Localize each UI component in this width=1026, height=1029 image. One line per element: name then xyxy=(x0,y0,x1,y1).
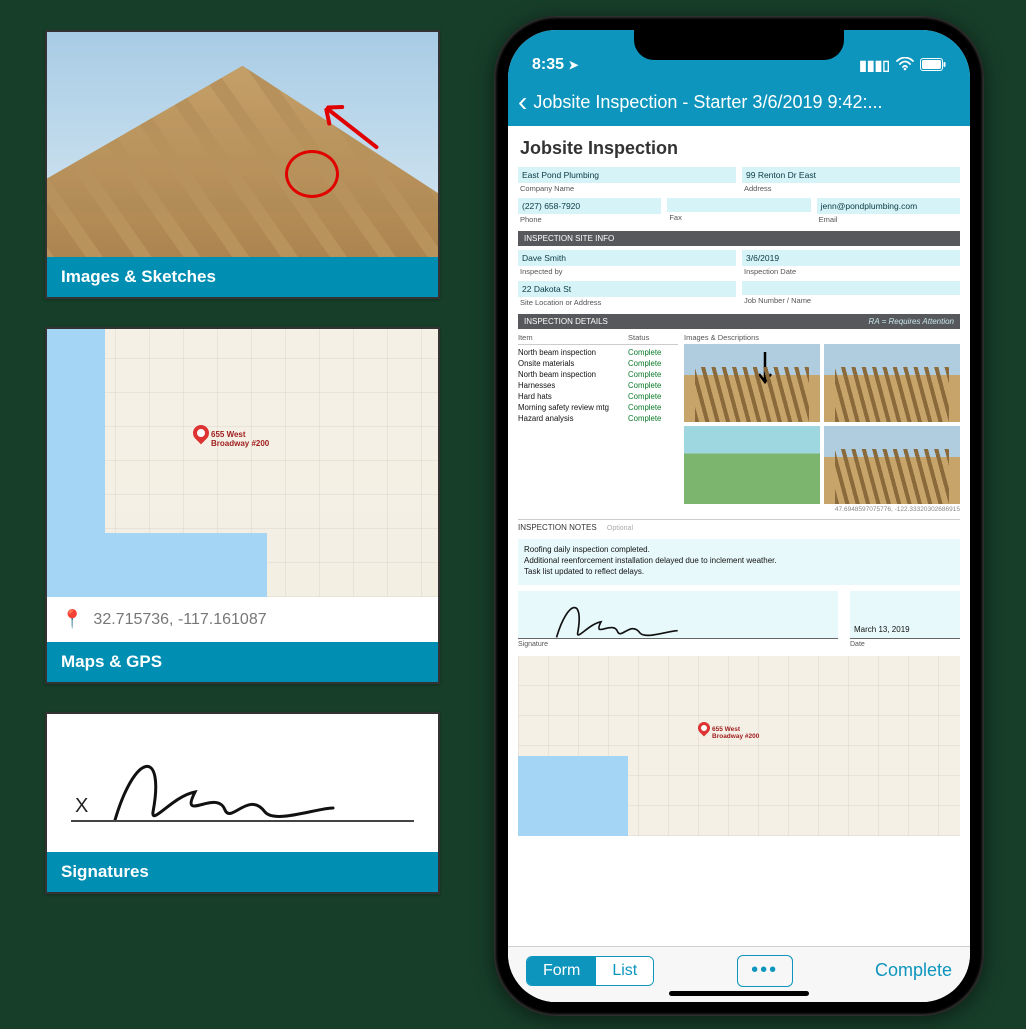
detail-thumbs xyxy=(684,344,960,504)
field-fax[interactable]: Fax xyxy=(667,198,810,225)
gps-row: 📍 32.715736, -117.161087 xyxy=(47,597,438,642)
nav-bar: ‹ Jobsite Inspection - Starter 3/6/2019 … xyxy=(508,78,970,126)
field-email[interactable]: jenn@pondplumbing.com Email xyxy=(817,198,960,225)
thumb-image[interactable] xyxy=(684,426,820,504)
card-footer-label: Signatures xyxy=(47,852,438,892)
field-phone[interactable]: (227) 658-7920 Phone xyxy=(518,198,661,225)
more-button[interactable]: ••• xyxy=(737,955,793,987)
home-indicator-icon[interactable] xyxy=(669,991,809,996)
thumb-image[interactable] xyxy=(824,344,960,422)
signature-date-field[interactable]: March 13, 2019 Date xyxy=(850,591,960,648)
tab-form[interactable]: Form xyxy=(527,957,596,985)
card-signatures: X Signatures xyxy=(45,712,440,894)
page-title: Jobsite Inspection xyxy=(520,138,958,159)
section-site-info: INSPECTION SITE INFO xyxy=(518,231,960,246)
section-notes: INSPECTION NOTES Optional xyxy=(518,519,960,535)
field-site-location[interactable]: 22 Dakota St Site Location or Address xyxy=(518,281,736,308)
table-row: North beam inspectionComplete xyxy=(518,369,678,380)
complete-button[interactable]: Complete xyxy=(875,960,952,981)
annotation-circle-icon xyxy=(285,150,339,198)
gps-readout: 47.6948597075776, -122.33320302686915 xyxy=(518,506,960,513)
map-pin-label: 655 West Broadway #200 xyxy=(211,431,269,449)
signature-x: X xyxy=(75,795,88,818)
annotation-arrow-icon xyxy=(755,350,775,390)
signal-icon: ▮▮▮▯ xyxy=(859,57,890,74)
signature-panel: X xyxy=(47,714,438,852)
field-inspection-date[interactable]: 3/6/2019 Inspection Date xyxy=(742,250,960,277)
battery-icon xyxy=(920,58,946,74)
table-row: Hazard analysisComplete xyxy=(518,413,678,424)
phone-notch xyxy=(634,30,844,60)
phone-frame: 8:35 ➤ ▮▮▮▯ ‹ Jobsite Inspection - Start… xyxy=(494,16,984,1016)
thumb-image[interactable] xyxy=(824,426,960,504)
card-footer-label: Images & Sketches xyxy=(47,257,438,297)
clock-label: 8:35 xyxy=(532,56,564,73)
table-row: Hard hatsComplete xyxy=(518,391,678,402)
gps-coordinates: 32.715736, -117.161087 xyxy=(93,611,266,629)
card-map: 655 West Broadway #200 xyxy=(47,329,438,597)
form-map[interactable]: 655 West Broadway #200 xyxy=(518,656,960,836)
phone-screen: 8:35 ➤ ▮▮▮▯ ‹ Jobsite Inspection - Start… xyxy=(508,30,970,1002)
section-details: INSPECTION DETAILS RA = Requires Attenti… xyxy=(518,314,960,329)
table-row: Onsite materialsComplete xyxy=(518,358,678,369)
card-maps-gps: 655 West Broadway #200 📍 32.715736, -117… xyxy=(45,327,440,684)
card-images-sketches: Images & Sketches xyxy=(45,30,440,299)
wifi-icon xyxy=(896,57,914,74)
map-pin-label: 655 West Broadway #200 xyxy=(712,726,759,740)
map-pin-icon xyxy=(696,720,713,737)
form-document[interactable]: Jobsite Inspection East Pond Plumbing Co… xyxy=(508,126,970,946)
tab-list[interactable]: List xyxy=(596,957,653,985)
details-table: Item Status North beam inspectionComplet… xyxy=(518,333,678,504)
signature-glyph-icon xyxy=(546,594,686,644)
more-icon: ••• xyxy=(751,959,778,982)
card-footer-label: Maps & GPS xyxy=(47,642,438,682)
table-row: Morning safety review mtgComplete xyxy=(518,402,678,413)
field-inspector[interactable]: Dave Smith Inspected by xyxy=(518,250,736,277)
gps-pin-icon: 📍 xyxy=(61,609,83,630)
field-company[interactable]: East Pond Plumbing Company Name xyxy=(518,167,736,194)
nav-title: Jobsite Inspection - Starter 3/6/2019 9:… xyxy=(533,92,882,113)
signature-glyph-icon xyxy=(107,742,337,832)
table-row: North beam inspectionComplete xyxy=(518,347,678,358)
location-arrow-icon: ➤ xyxy=(568,58,578,72)
back-chevron-icon[interactable]: ‹ xyxy=(518,88,527,116)
feature-cards: Images & Sketches 655 West Broadway #200… xyxy=(45,30,440,894)
notes-textarea[interactable]: Roofing daily inspection completed. Addi… xyxy=(518,539,960,585)
signature-field[interactable]: Signature xyxy=(518,591,838,648)
view-segment: Form List xyxy=(526,956,654,986)
card-image-1 xyxy=(47,32,438,257)
table-row: HarnessesComplete xyxy=(518,380,678,391)
thumb-image[interactable] xyxy=(684,344,820,422)
field-address[interactable]: 99 Renton Dr East Address xyxy=(742,167,960,194)
field-job-number[interactable]: Job Number / Name xyxy=(742,281,960,308)
